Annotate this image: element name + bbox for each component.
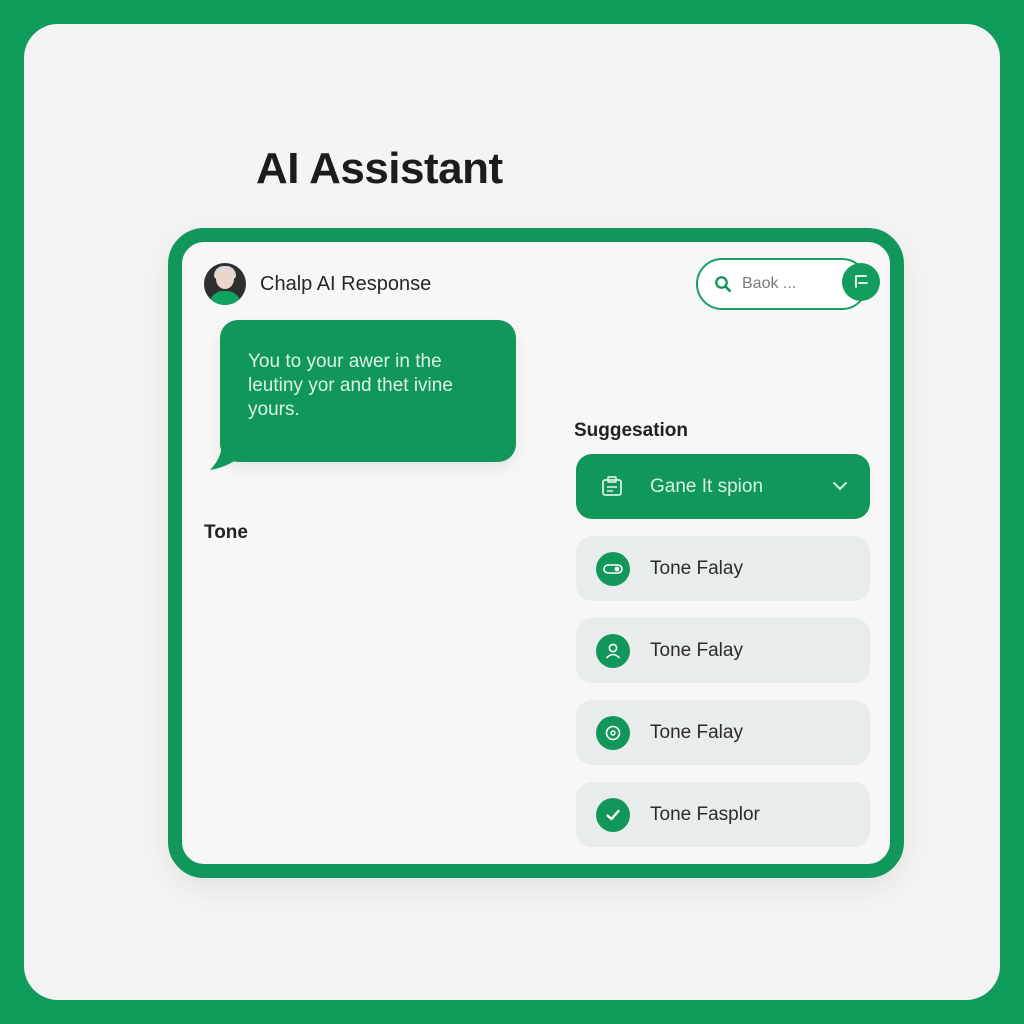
app-canvas: AI Assistant Chalp AI Response You to yo…: [24, 24, 1000, 1000]
page-title: AI Assistant: [256, 144, 503, 193]
compose-button[interactable]: [842, 263, 880, 301]
suggestions-title: Suggesation: [574, 420, 689, 441]
panel-header: Chalp AI Response: [204, 262, 431, 306]
suggestion-label: Tone Fasplor: [650, 803, 760, 825]
tone-label: Tone: [204, 522, 248, 543]
message-text: You to your awer in the leutiny yor and …: [248, 351, 453, 420]
info-circle-icon: [596, 715, 630, 750]
bubble-tail: [210, 436, 250, 470]
toggle-icon: [596, 551, 630, 586]
suggestion-label: Tone Falay: [650, 639, 743, 661]
suggestion-label: Tone Falay: [650, 721, 743, 743]
compose-icon: [855, 275, 868, 288]
clipboard-icon: [596, 470, 630, 504]
assistant-panel: Chalp AI Response You to your awer in th…: [168, 228, 904, 878]
suggestion-label: Gane It spion: [650, 475, 764, 497]
suggestion-label: Tone Falay: [650, 557, 743, 579]
suggestion-item[interactable]: Tone Falay: [576, 700, 870, 765]
suggestion-item[interactable]: Tone Falay: [576, 618, 870, 683]
user-icon: [596, 633, 630, 668]
check-icon: [596, 797, 630, 832]
suggestion-list: Gane It spion Tone Falay Tone Falay Tone…: [576, 454, 870, 864]
ai-message-bubble: You to your awer in the leutiny yor and …: [220, 320, 516, 462]
suggestion-item-active[interactable]: Gane It spion: [576, 454, 870, 519]
header-title: Chalp AI Response: [260, 272, 432, 295]
avatar: [204, 263, 246, 305]
suggestion-item[interactable]: Tone Fasplor: [576, 782, 870, 847]
chevron-down-icon[interactable]: [832, 478, 848, 494]
search-input[interactable]: [742, 275, 842, 293]
suggestion-item[interactable]: Tone Falay: [576, 536, 870, 601]
search-icon: [715, 276, 732, 293]
